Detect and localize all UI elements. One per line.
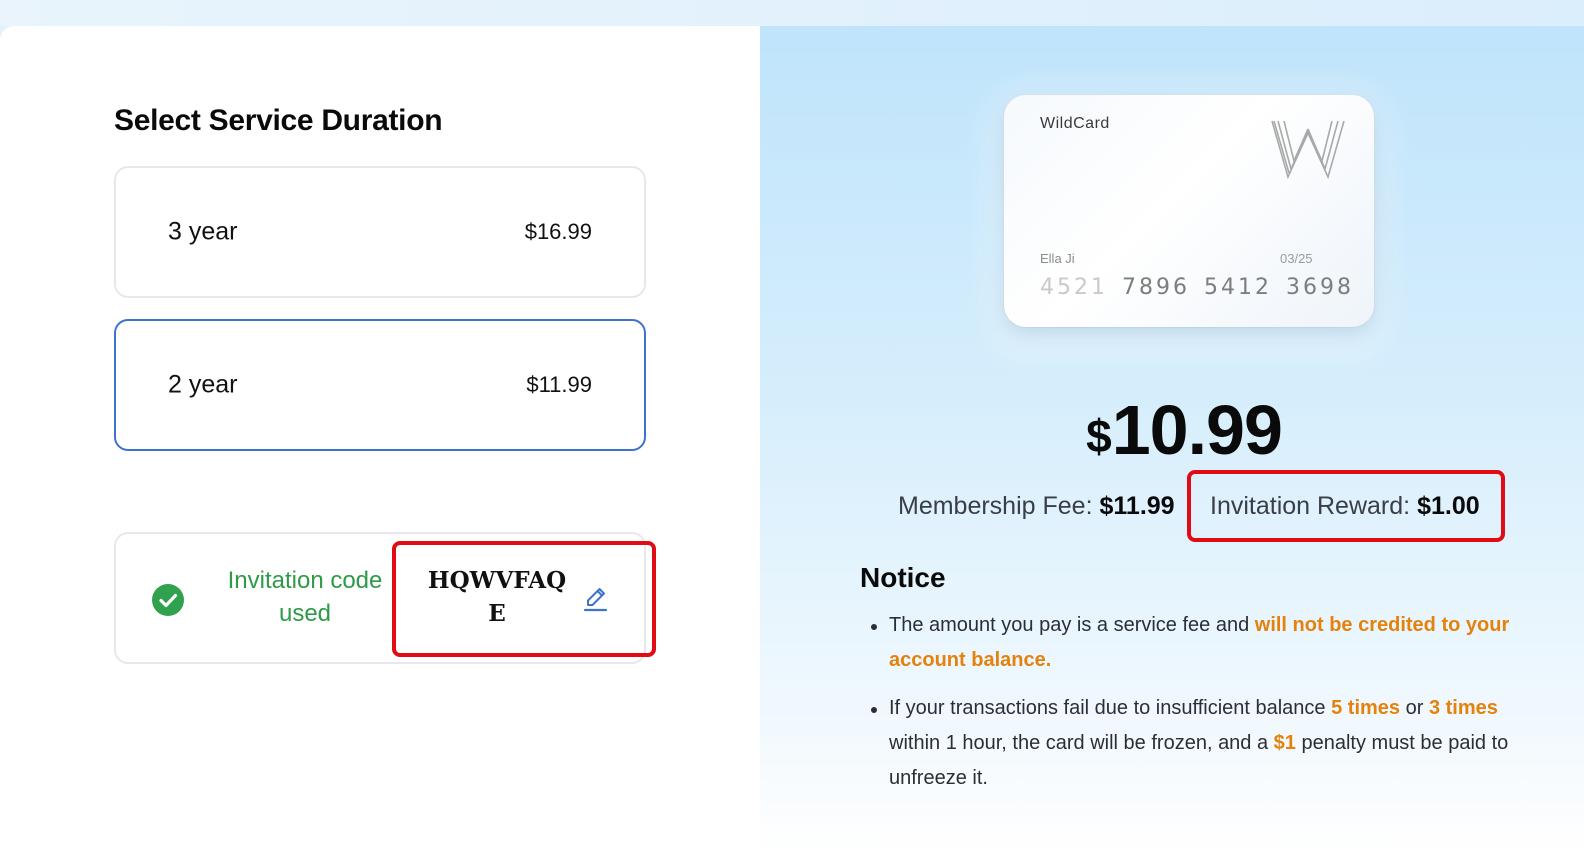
invitation-reward-label: Invitation Reward: xyxy=(1210,492,1411,520)
notice-item: The amount you pay is a service fee and … xyxy=(868,608,1528,678)
total-price: $10.99 xyxy=(760,390,1584,470)
notice-highlight: 5 times xyxy=(1331,697,1401,719)
top-strip xyxy=(0,0,1584,26)
notice-highlight: 3 times xyxy=(1428,697,1498,719)
duration-option-label: 3 year xyxy=(168,217,238,246)
membership-fee-value: $11.99 xyxy=(1099,492,1175,520)
card-number-group: 4521 xyxy=(1040,275,1108,300)
duration-option-2-year[interactable]: 2 year $11.99 xyxy=(114,319,646,451)
duration-option-label: 2 year xyxy=(168,370,238,399)
card-holder-name: Ella Ji xyxy=(1040,251,1075,266)
invitation-reward-value: $1.00 xyxy=(1417,492,1480,520)
invitation-code: HQWVFAQE xyxy=(427,567,567,627)
pencil-icon[interactable] xyxy=(582,584,610,614)
card-number-group: 7896 xyxy=(1122,275,1190,300)
notice-text: If your transactions fail due to insuffi… xyxy=(889,697,1332,719)
card-number-group: 5412 xyxy=(1204,275,1272,300)
invitation-status: Invitation code used xyxy=(227,567,383,627)
membership-fee: Membership Fee: $11.99 xyxy=(898,492,1175,521)
notice-title: Notice xyxy=(860,562,946,593)
notice-list: The amount you pay is a service fee and … xyxy=(868,608,1528,809)
notice-text: The amount you pay is a service fee and xyxy=(889,614,1255,636)
card-logo xyxy=(1270,119,1346,181)
notice-text: or xyxy=(1400,697,1429,719)
card-number: 4521 7896 5412 3698 xyxy=(1040,275,1368,300)
check-circle-icon xyxy=(152,584,184,616)
invitation-code-box: Invitation code used HQWVFAQE xyxy=(114,532,646,664)
section-title: Select Service Duration xyxy=(114,104,443,137)
membership-fee-label: Membership Fee: xyxy=(898,492,1093,520)
notice-item: If your transactions fail due to insuffi… xyxy=(868,691,1528,796)
virtual-card: WildCard Ella Ji 03/25 4521 7896 5412 3698 xyxy=(1004,95,1374,327)
duration-option-price: $16.99 xyxy=(524,219,592,244)
total-price-amount: 10.99 xyxy=(1111,391,1283,469)
card-brand: WildCard xyxy=(1040,115,1110,132)
notice-highlight: $1 xyxy=(1273,732,1296,754)
duration-option-price: $11.99 xyxy=(526,372,592,397)
invitation-reward: Invitation Reward: $1.00 xyxy=(1210,492,1480,521)
notice-text: within 1 hour, the card will be frozen, … xyxy=(889,732,1274,754)
total-price-currency: $ xyxy=(1086,410,1112,462)
card-number-group: 3698 xyxy=(1286,275,1354,300)
duration-option-3-year[interactable]: 3 year $16.99 xyxy=(114,166,646,298)
card-expiry: 03/25 xyxy=(1280,251,1313,266)
